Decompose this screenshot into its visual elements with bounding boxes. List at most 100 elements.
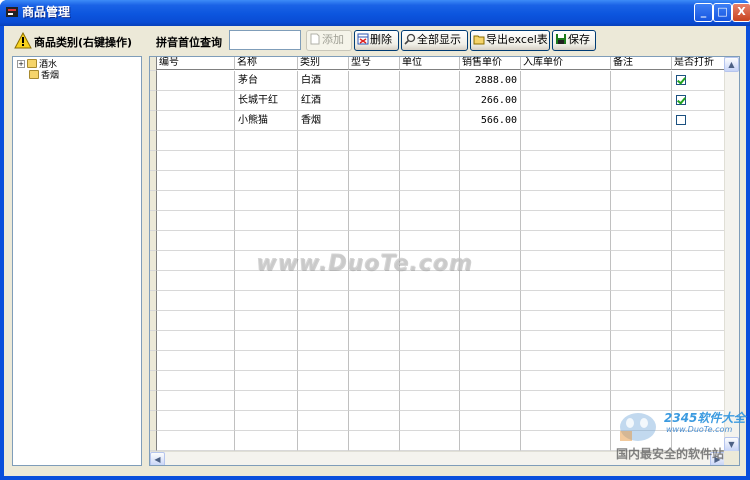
empty-cell[interactable] xyxy=(521,251,611,271)
empty-cell[interactable] xyxy=(400,411,460,431)
empty-cell[interactable] xyxy=(611,171,672,191)
row-header[interactable] xyxy=(150,171,157,191)
export-excel-button[interactable]: 导出excel表 xyxy=(470,30,550,51)
empty-cell[interactable] xyxy=(672,191,732,211)
empty-cell[interactable] xyxy=(235,191,298,211)
empty-cell[interactable] xyxy=(460,351,521,371)
empty-cell[interactable] xyxy=(157,311,235,331)
row-header[interactable] xyxy=(150,131,157,151)
empty-cell[interactable] xyxy=(235,171,298,191)
row-header[interactable] xyxy=(150,191,157,211)
table-cell-unit-col[interactable] xyxy=(400,91,460,111)
tree-item-cigarettes[interactable]: 香烟 xyxy=(27,70,59,82)
discount-checkbox[interactable] xyxy=(676,115,686,125)
empty-cell[interactable] xyxy=(672,251,732,271)
row-header[interactable] xyxy=(150,371,157,391)
column-header-category-col[interactable]: 类别 xyxy=(298,57,349,70)
empty-cell[interactable] xyxy=(521,171,611,191)
column-header-discount-col[interactable]: 是否打折 xyxy=(672,57,732,70)
empty-cell[interactable] xyxy=(235,351,298,371)
empty-cell[interactable] xyxy=(349,291,400,311)
empty-cell[interactable] xyxy=(521,391,611,411)
table-cell-name-col[interactable]: 茅台 xyxy=(235,71,298,91)
empty-cell[interactable] xyxy=(400,171,460,191)
empty-cell[interactable] xyxy=(400,291,460,311)
empty-cell[interactable] xyxy=(400,371,460,391)
empty-cell[interactable] xyxy=(349,231,400,251)
empty-cell[interactable] xyxy=(349,371,400,391)
empty-cell[interactable] xyxy=(460,411,521,431)
table-cell-id-col[interactable] xyxy=(157,111,235,131)
empty-cell[interactable] xyxy=(235,151,298,171)
empty-cell[interactable] xyxy=(611,211,672,231)
table-cell-sale-price-col[interactable]: 566.00 xyxy=(460,111,521,131)
empty-cell[interactable] xyxy=(157,371,235,391)
empty-cell[interactable] xyxy=(235,291,298,311)
table-cell-stock-price-col[interactable] xyxy=(521,71,611,91)
empty-cell[interactable] xyxy=(349,211,400,231)
empty-cell[interactable] xyxy=(672,351,732,371)
empty-cell[interactable] xyxy=(672,231,732,251)
delete-button[interactable]: 删除 xyxy=(354,30,399,51)
table-cell-id-col[interactable] xyxy=(157,71,235,91)
empty-cell[interactable] xyxy=(349,411,400,431)
empty-cell[interactable] xyxy=(611,251,672,271)
empty-cell[interactable] xyxy=(460,211,521,231)
empty-cell[interactable] xyxy=(521,271,611,291)
column-header-unit-col[interactable]: 单位 xyxy=(400,57,460,70)
row-header[interactable] xyxy=(150,291,157,311)
empty-cell[interactable] xyxy=(460,231,521,251)
empty-cell[interactable] xyxy=(298,371,349,391)
table-cell-discount-col[interactable] xyxy=(672,111,732,131)
empty-cell[interactable] xyxy=(521,211,611,231)
table-cell-note-col[interactable] xyxy=(611,71,672,91)
column-header-note-col[interactable]: 备注 xyxy=(611,57,672,70)
empty-cell[interactable] xyxy=(672,211,732,231)
empty-cell[interactable] xyxy=(460,291,521,311)
table-cell-category-col[interactable]: 红酒 xyxy=(298,91,349,111)
table-cell-discount-col[interactable] xyxy=(672,91,732,111)
row-header[interactable] xyxy=(150,71,157,91)
empty-cell[interactable] xyxy=(460,171,521,191)
table-cell-id-col[interactable] xyxy=(157,91,235,111)
empty-cell[interactable] xyxy=(400,331,460,351)
empty-cell[interactable] xyxy=(521,331,611,351)
empty-cell[interactable] xyxy=(157,191,235,211)
empty-cell[interactable] xyxy=(611,271,672,291)
empty-cell[interactable] xyxy=(235,391,298,411)
empty-cell[interactable] xyxy=(298,151,349,171)
empty-cell[interactable] xyxy=(521,351,611,371)
empty-cell[interactable] xyxy=(298,291,349,311)
empty-cell[interactable] xyxy=(521,311,611,331)
empty-cell[interactable] xyxy=(672,271,732,291)
empty-cell[interactable] xyxy=(672,291,732,311)
empty-cell[interactable] xyxy=(298,311,349,331)
empty-cell[interactable] xyxy=(521,431,611,451)
row-header[interactable] xyxy=(150,91,157,111)
table-cell-note-col[interactable] xyxy=(611,111,672,131)
empty-cell[interactable] xyxy=(298,351,349,371)
empty-cell[interactable] xyxy=(460,191,521,211)
empty-cell[interactable] xyxy=(460,151,521,171)
empty-cell[interactable] xyxy=(611,351,672,371)
empty-cell[interactable] xyxy=(400,431,460,451)
empty-cell[interactable] xyxy=(298,131,349,151)
empty-cell[interactable] xyxy=(157,271,235,291)
empty-cell[interactable] xyxy=(235,331,298,351)
empty-cell[interactable] xyxy=(400,351,460,371)
empty-cell[interactable] xyxy=(400,211,460,231)
empty-cell[interactable] xyxy=(460,431,521,451)
category-tree[interactable]: + 酒水 香烟 xyxy=(12,56,142,466)
discount-checkbox[interactable] xyxy=(676,95,686,105)
empty-cell[interactable] xyxy=(521,191,611,211)
show-all-button[interactable]: 全部显示 xyxy=(401,30,468,51)
empty-cell[interactable] xyxy=(460,391,521,411)
empty-cell[interactable] xyxy=(157,291,235,311)
table-cell-discount-col[interactable] xyxy=(672,71,732,91)
table-cell-sale-price-col[interactable]: 2888.00 xyxy=(460,71,521,91)
empty-cell[interactable] xyxy=(611,231,672,251)
pinyin-search-input[interactable] xyxy=(229,30,301,50)
add-button[interactable]: 添加 xyxy=(306,30,352,51)
row-header[interactable] xyxy=(150,331,157,351)
table-cell-sale-price-col[interactable]: 266.00 xyxy=(460,91,521,111)
